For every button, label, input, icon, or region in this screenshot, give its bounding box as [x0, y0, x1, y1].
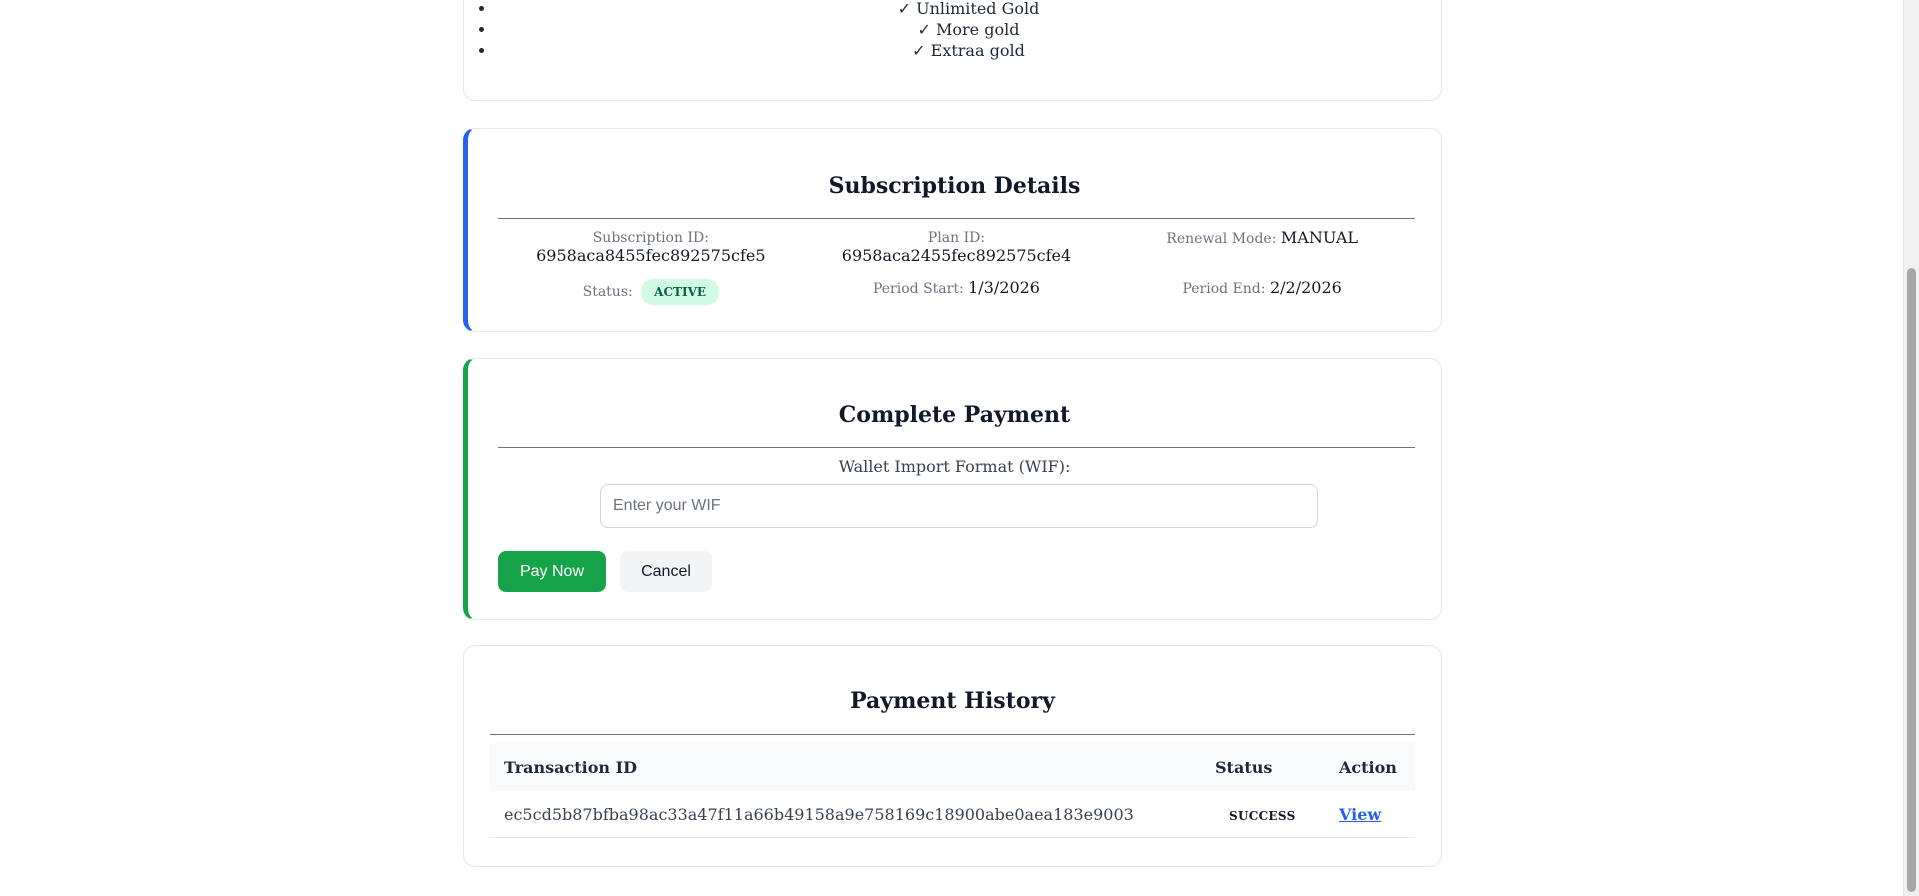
plan-features-card: ✓ Unlimited Gold ✓ More gold ✓ Extraa go… [463, 0, 1442, 101]
transaction-status: SUCCESS [1229, 808, 1296, 823]
divider [490, 734, 1415, 735]
status-cell: SUCCESS [1201, 791, 1325, 838]
plan-id-label: Plan ID: [927, 230, 986, 246]
cancel-button[interactable]: Cancel [620, 551, 712, 592]
divider [498, 218, 1415, 219]
features-list: ✓ Unlimited Gold ✓ More gold ✓ Extraa go… [464, 0, 1441, 61]
table-row: ec5cd5b87bfba98ac33a47f11a66b49158a9e758… [490, 791, 1415, 838]
period-end-label: Period End: [1182, 281, 1266, 297]
subscription-details-title: Subscription Details [828, 173, 1081, 199]
subscription-id-label: Subscription ID: [592, 230, 709, 246]
view-transaction-link[interactable]: View [1339, 805, 1381, 824]
column-header-status: Status [1201, 743, 1325, 791]
scrollbar-thumb[interactable] [1907, 268, 1916, 892]
renewal-mode-value: MANUAL [1280, 228, 1358, 247]
pay-now-button[interactable]: Pay Now [498, 551, 606, 592]
plan-id-value: 6958aca2455fec892575cfe4 [841, 246, 1072, 265]
payment-history-card: Payment History Transaction ID Status Ac… [463, 645, 1442, 867]
column-header-transaction-id: Transaction ID [490, 743, 1201, 791]
table-header-row: Transaction ID Status Action [490, 743, 1415, 791]
payment-history-table: Transaction ID Status Action ec5cd5b87bf… [490, 743, 1415, 838]
column-header-action: Action [1325, 743, 1415, 791]
divider [498, 447, 1415, 448]
vertical-scrollbar[interactable] [1903, 0, 1919, 896]
status-label: Status: [582, 284, 633, 300]
subscription-details-card: Subscription Details Subscription ID: 69… [463, 128, 1442, 332]
renewal-mode-label: Renewal Mode: [1166, 231, 1277, 247]
page-viewport: ✓ Unlimited Gold ✓ More gold ✓ Extraa go… [0, 0, 1919, 896]
plan-id-field: Plan ID: 6958aca2455fec892575cfe4 [804, 229, 1110, 265]
list-item: ✓ Unlimited Gold [496, 0, 1441, 19]
wif-input[interactable] [600, 484, 1318, 528]
period-end-value: 2/2/2026 [1269, 278, 1342, 297]
complete-payment-title: Complete Payment [838, 402, 1071, 428]
period-end-field: Period End: 2/2/2026 [1109, 279, 1415, 305]
complete-payment-card: Complete Payment Wallet Import Format (W… [463, 358, 1442, 620]
period-start-field: Period Start: 1/3/2026 [804, 279, 1110, 305]
payment-history-title: Payment History [850, 688, 1055, 714]
list-item: ✓ More gold [496, 19, 1441, 40]
transaction-id-cell: ec5cd5b87bfba98ac33a47f11a66b49158a9e758… [490, 791, 1201, 838]
subscription-id-value: 6958aca8455fec892575cfe5 [536, 246, 766, 265]
period-start-value: 1/3/2026 [968, 278, 1040, 297]
subscription-id-field: Subscription ID: 6958aca8455fec892575cfe… [498, 229, 804, 265]
status-field: Status: ACTIVE [498, 279, 804, 305]
subscription-details-grid: Subscription ID: 6958aca8455fec892575cfe… [498, 229, 1415, 305]
action-cell: View [1325, 791, 1415, 838]
renewal-mode-field: Renewal Mode: MANUAL [1109, 229, 1415, 265]
period-start-label: Period Start: [872, 281, 964, 297]
list-item: ✓ Extraa gold [496, 40, 1441, 61]
status-badge: ACTIVE [641, 279, 720, 305]
wif-label: Wallet Import Format (WIF): [838, 457, 1071, 476]
